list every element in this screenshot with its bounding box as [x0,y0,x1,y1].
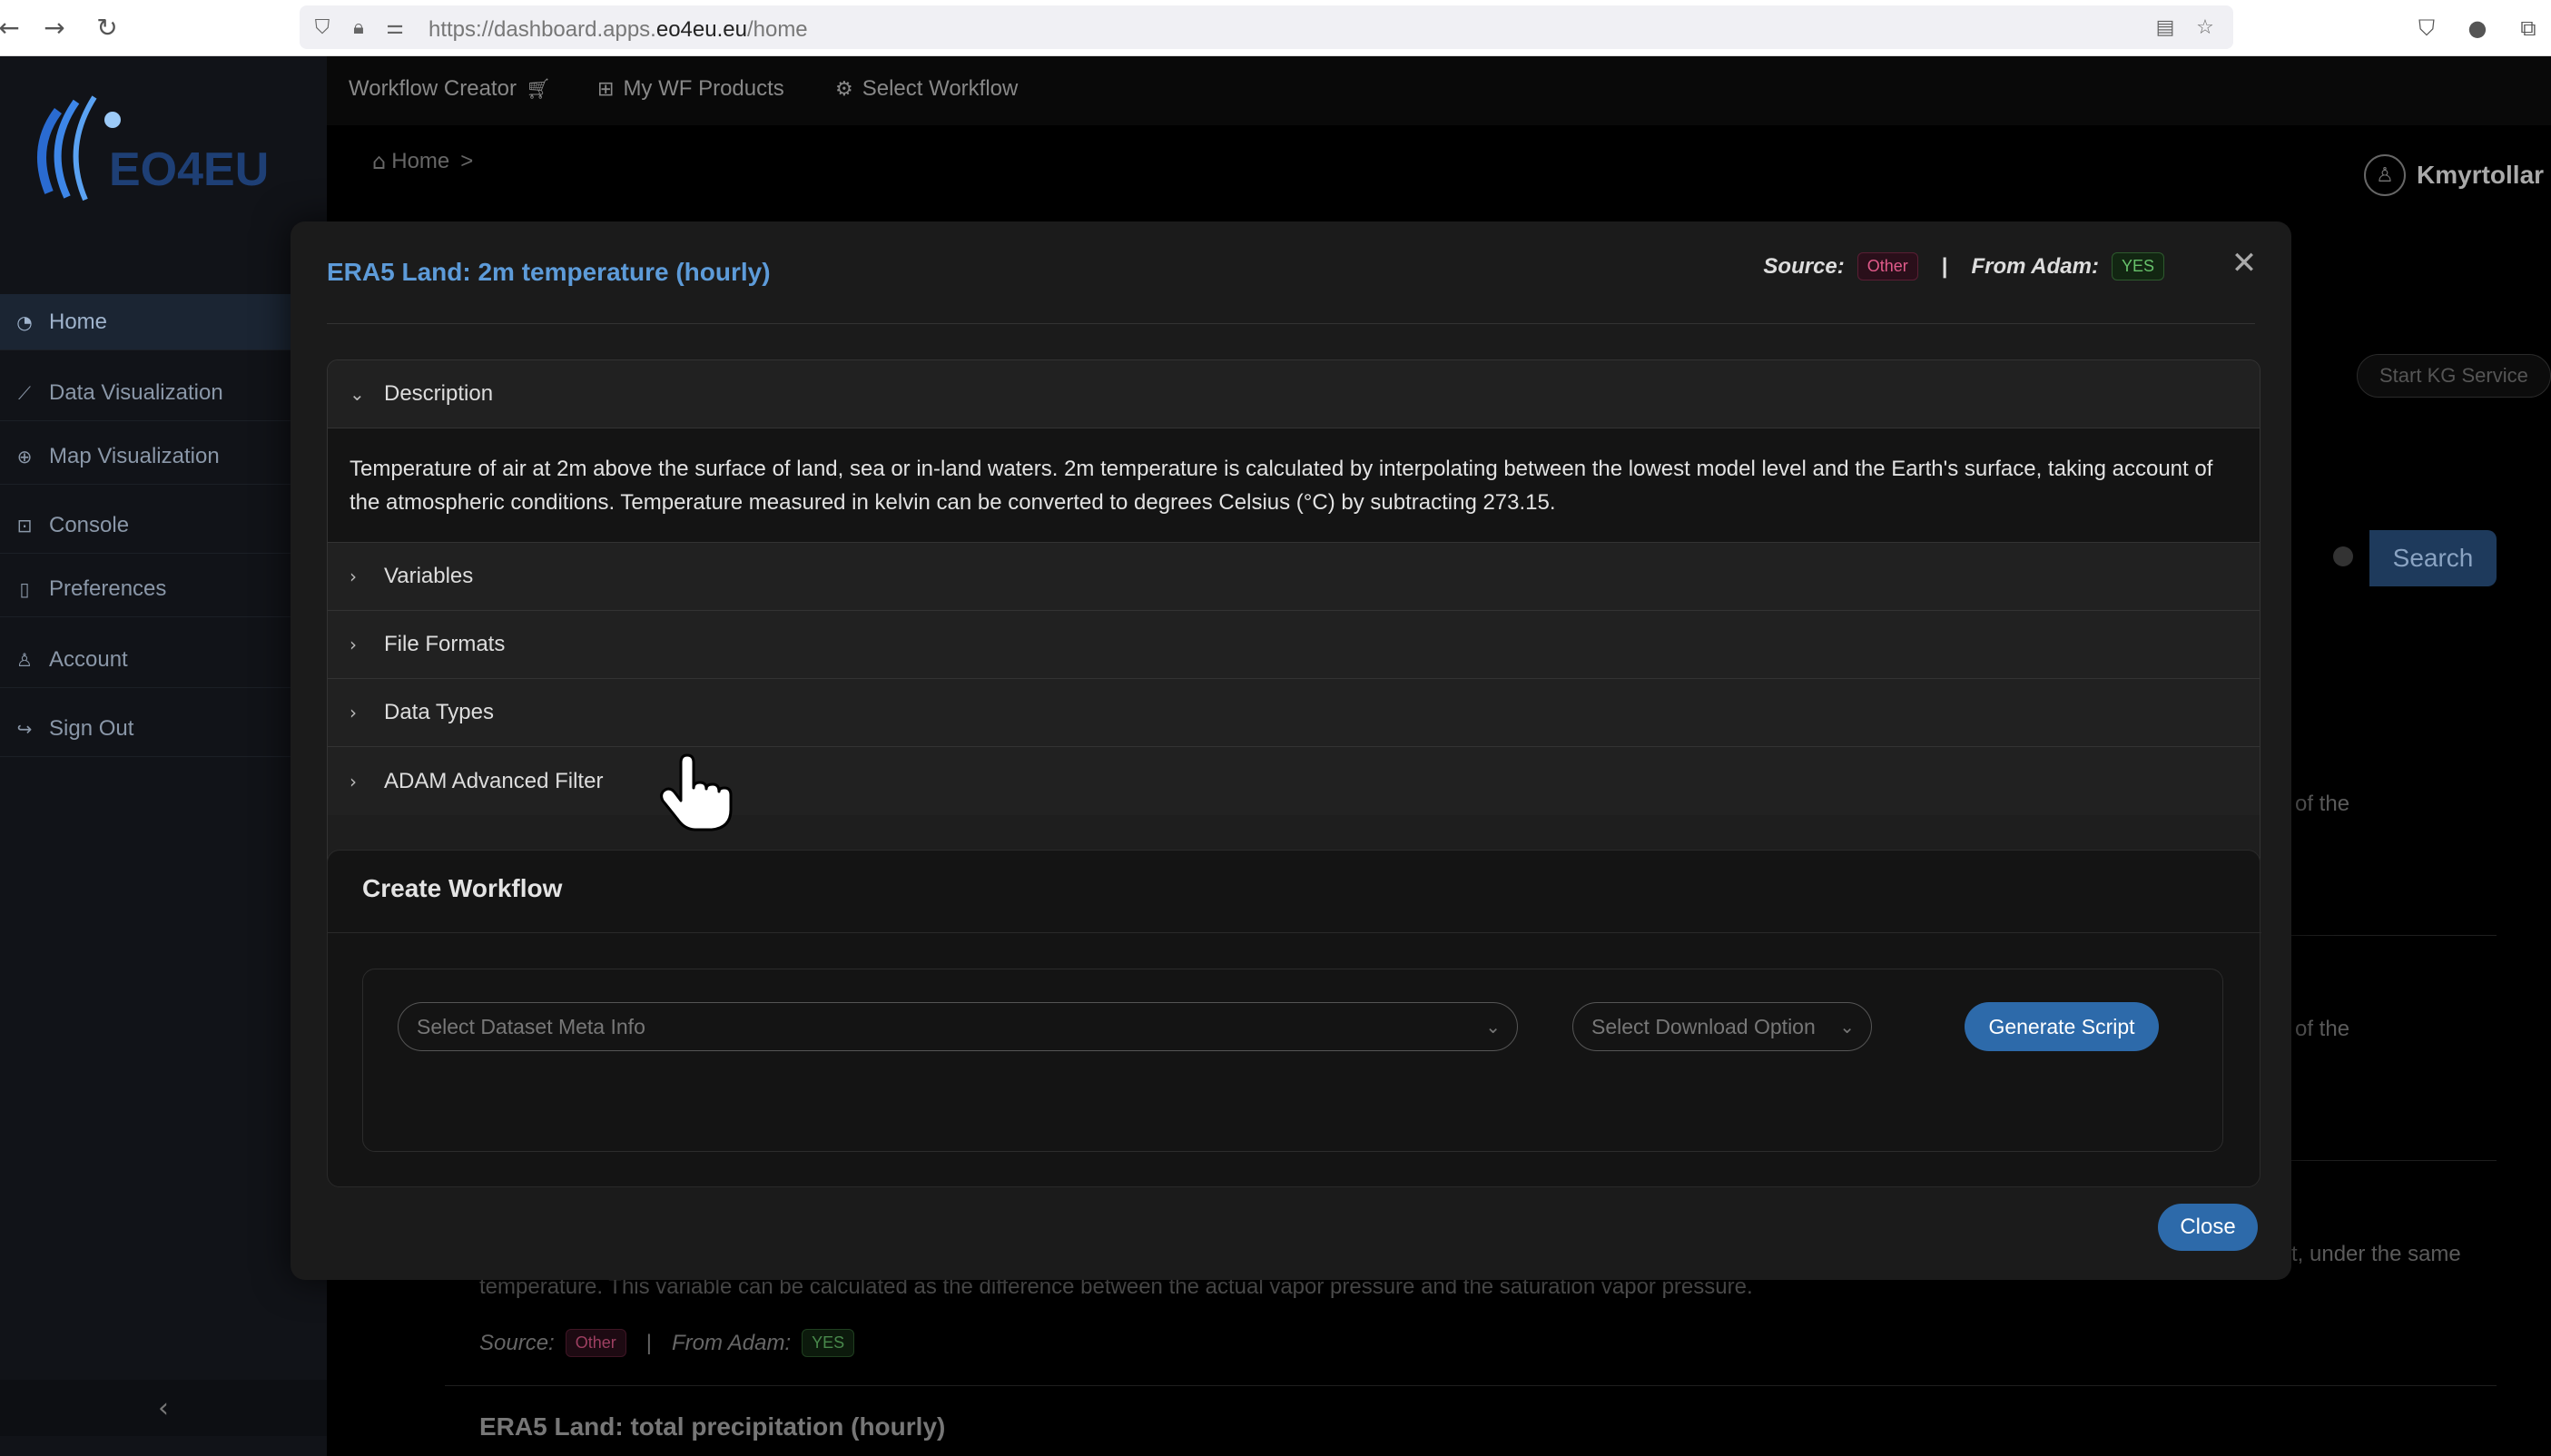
download-option-select[interactable]: Select Download Option ⌄ [1572,1002,1872,1051]
cart-icon: 🛒︎ [525,77,551,101]
nav-my-wf-products[interactable]: ⊞ My WF Products [588,76,784,102]
shield-icon[interactable]: ⛉ [309,14,336,41]
sidebar-item-console[interactable]: ⊡ Console [0,497,292,554]
sidebar-item-label: Preferences [49,576,167,601]
gear-icon: ⚙ [835,77,853,101]
divider [327,323,2255,324]
modal-title: ERA5 Land: 2m temperature (hourly) [327,258,771,286]
sidebar-item-account[interactable]: ♙ Account [0,632,292,688]
bg-dataset-title[interactable]: ERA5 Land: total precipitation (hourly) [479,1412,945,1441]
source-badge: Other [1857,252,1918,280]
bg-snippet: t, under the same [2291,1242,2461,1266]
accordion-data-types[interactable]: › Data Types [328,679,2260,747]
chevron-right-icon: › [350,634,357,655]
chevron-down-icon: ⌄ [350,383,365,405]
chevron-right-icon: › [350,566,357,587]
sidebar-item-sign-out[interactable]: ↪ Sign Out [0,701,292,757]
divider [445,1385,2497,1386]
accordion-adam-advanced-filter[interactable]: › ADAM Advanced Filter [328,747,2260,815]
generate-script-button[interactable]: Generate Script [1965,1002,2159,1051]
nav-workflow-creator[interactable]: Workflow Creator 🛒︎ [349,76,560,102]
description-body: Temperature of air at 2m above the surfa… [328,428,2260,543]
svg-text:EO4EU: EO4EU [109,143,269,196]
source-badge: Other [565,1329,626,1357]
collapse-sidebar-button[interactable]: ‹ [0,1380,327,1436]
lock-icon[interactable]: 🔒︎ [345,14,372,41]
nav-select-workflow[interactable]: ⚙ Select Workflow [826,76,1018,102]
workflow-form: Select Dataset Meta Info ⌄ Select Downlo… [362,969,2223,1152]
sidebar-item-label: Map Visualization [49,443,220,468]
bg-snippet: of the [2295,792,2350,816]
sign-out-icon: ↪ [16,717,33,740]
breadcrumb-home[interactable]: Home [391,149,449,174]
bookmark-icon: ▯ [19,577,30,600]
sidebar: EO4EU ◔ Home ⟋ Data Visualization ⊕ Map … [0,56,327,1456]
sidebar-item-map-visualization[interactable]: ⊕ Map Visualization [0,428,292,485]
extensions-icon[interactable]: ⧉ [2513,13,2544,44]
pocket-icon[interactable]: ⛉ [2411,13,2442,44]
sidebar-item-label: Sign Out [49,715,134,741]
accordion-description[interactable]: ⌄ Description [328,360,2260,428]
sidebar-item-label: Data Visualization [49,379,223,405]
eo4eu-logo[interactable]: EO4EU [22,84,285,220]
bookmark-star-icon[interactable]: ☆ [2191,14,2219,41]
globe-icon: ⊕ [16,445,33,467]
divider [328,932,2261,933]
grid-icon: ⊞ [597,77,615,101]
home-icon: ⌂ [372,149,387,174]
chevron-right-icon: › [350,770,357,792]
sidebar-item-home[interactable]: ◔ Home [0,294,292,350]
create-workflow-title: Create Workflow [362,874,563,902]
chevron-down-icon: ⌄ [1485,1016,1501,1038]
divider [2291,1160,2497,1161]
start-kg-service-button[interactable]: Start KG Service [2357,354,2551,398]
chart-line-icon: ⟋ [18,381,31,404]
dashboard-icon: ◔ [16,310,33,333]
avatar: ♙ [2364,154,2406,196]
close-button[interactable]: Close [2158,1204,2258,1251]
permissions-icon[interactable]: ⚌ [381,14,409,41]
modal-meta: Source: Other | From Adam: YES [1763,252,2164,280]
breadcrumb: ⌂ Home > [372,149,474,174]
terminal-icon: ⊡ [16,514,33,536]
back-icon[interactable]: ← [0,11,25,44]
sidebar-item-label: Console [49,512,130,537]
top-nav: Workflow Creator 🛒︎ ⊞ My WF Products ⚙ S… [327,56,2551,125]
forward-icon[interactable]: → [38,11,71,44]
adam-badge: YES [802,1329,855,1357]
sidebar-item-preferences[interactable]: ▯ Preferences [0,561,292,617]
dataset-meta-select[interactable]: Select Dataset Meta Info ⌄ [398,1002,1518,1051]
user-name: Kmyrtollar [2417,161,2545,189]
user-menu[interactable]: ♙ Kmyrtollar [2364,154,2544,196]
sidebar-item-label: Account [49,646,128,672]
accordion-variables[interactable]: › Variables [328,543,2260,611]
chevron-down-icon: ⌄ [1839,1016,1855,1038]
bg-dataset-meta: Source: Other | From Adam: YES [479,1329,855,1357]
create-workflow-card: Create Workflow Select Dataset Meta Info… [327,850,2261,1187]
sidebar-item-label: Home [49,309,108,334]
close-icon[interactable]: ✕ [2224,243,2264,283]
browser-toolbar: ← → ↻ ⛉ 🔒︎ ⚌ https://dashboard.apps.eo4e… [0,0,2551,56]
sidebar-item-data-visualization[interactable]: ⟋ Data Visualization [0,365,292,421]
dataset-modal: ERA5 Land: 2m temperature (hourly) Sourc… [291,221,2291,1280]
accordion-file-formats[interactable]: › File Formats [328,611,2260,679]
url-text[interactable]: https://dashboard.apps.eo4eu.eu/home [428,17,808,43]
divider [2291,935,2497,936]
bg-snippet: of the [2295,1017,2350,1041]
chevron-right-icon: › [350,702,357,723]
chevron-left-icon: ‹ [158,1392,169,1424]
clear-search-icon[interactable] [2333,546,2353,566]
hand-pointer-icon [660,753,733,831]
search-button[interactable]: Search [2369,530,2497,586]
profile-icon[interactable]: ● [2462,13,2493,44]
reload-icon[interactable]: ↻ [91,11,123,44]
reader-view-icon[interactable]: ▤ [2152,14,2179,41]
url-bar[interactable]: ⛉ 🔒︎ ⚌ https://dashboard.apps.eo4eu.eu/h… [300,5,2233,49]
adam-badge: YES [2111,252,2164,280]
user-icon: ♙ [16,648,33,671]
